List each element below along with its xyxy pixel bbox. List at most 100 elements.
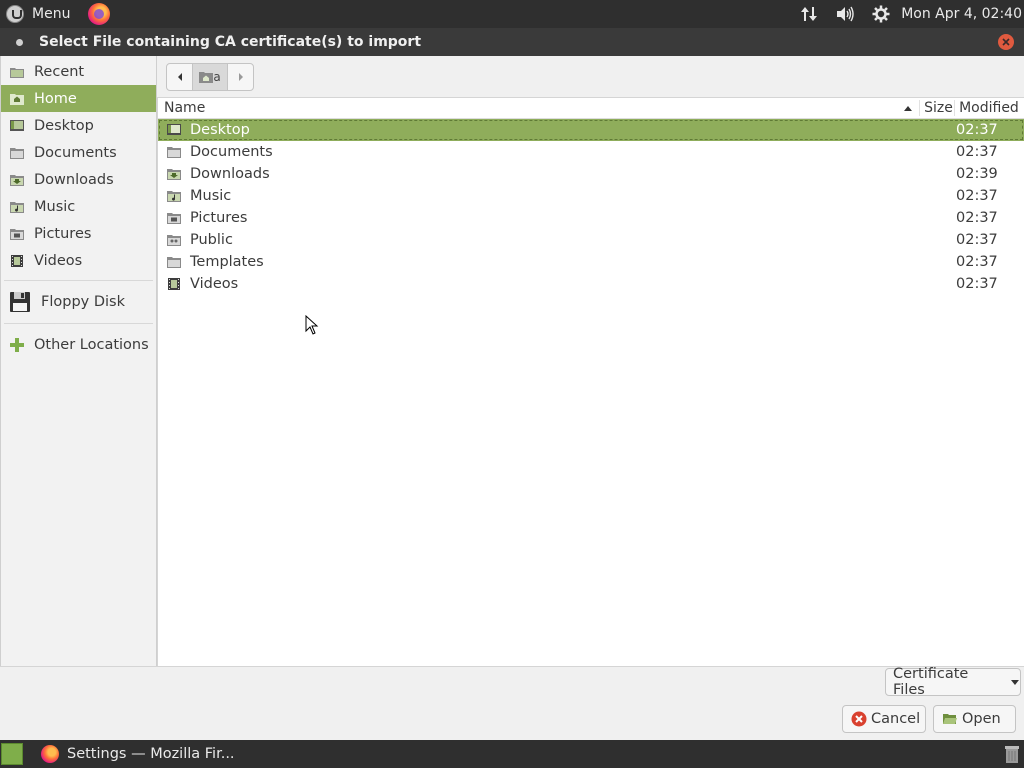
sidebar-item-label: Pictures	[34, 225, 92, 242]
breadcrumb-label: a	[213, 70, 221, 84]
clock[interactable]: Mon Apr 4, 02:40	[899, 6, 1024, 22]
open-label: Open	[962, 711, 1001, 727]
file-row-downloads[interactable]: Downloads 02:39	[158, 163, 1024, 185]
dialog-action-area: Certificate Files Cancel Open	[0, 666, 1024, 740]
chevron-right-icon	[238, 73, 243, 81]
file-list-header: Name Size Modified	[158, 98, 1024, 119]
sidebar-separator	[4, 280, 153, 281]
taskbar-item-firefox[interactable]: Settings — Mozilla Fir...	[35, 740, 241, 768]
file-name: Videos	[190, 276, 239, 292]
file-filter-label: Certificate Files	[893, 666, 969, 698]
window-menu-icon[interactable]	[16, 38, 23, 46]
file-row-music[interactable]: Music 02:37	[158, 185, 1024, 207]
menu-label: Menu	[32, 6, 71, 22]
column-modified-label: Modified	[959, 100, 1019, 116]
firefox-launcher-icon[interactable]	[88, 3, 111, 25]
chevron-left-icon	[177, 73, 182, 81]
mint-logo-icon	[6, 5, 24, 23]
sidebar-item-label: Downloads	[34, 171, 114, 188]
file-row-documents[interactable]: Documents 02:37	[158, 141, 1024, 163]
file-modified: 02:37	[956, 232, 998, 248]
file-modified: 02:37	[956, 122, 998, 138]
trash-icon[interactable]	[1004, 744, 1020, 764]
file-row-pictures[interactable]: Pictures 02:37	[158, 207, 1024, 229]
home-folder-icon	[199, 72, 214, 83]
sidebar-item-documents[interactable]: Documents	[1, 139, 156, 166]
music-folder-icon	[9, 199, 25, 215]
show-desktop-button[interactable]	[1, 743, 23, 765]
menu-button[interactable]: Menu	[0, 0, 76, 28]
file-modified: 02:37	[956, 276, 998, 292]
documents-folder-icon	[166, 144, 182, 160]
close-button[interactable]	[998, 34, 1014, 50]
file-modified: 02:39	[956, 166, 998, 182]
column-header-size[interactable]: Size	[919, 100, 954, 116]
top-panel: Menu Mon Apr 4, 02:40	[0, 0, 1024, 28]
sidebar-item-label: Music	[34, 198, 76, 215]
path-back-button[interactable]	[167, 64, 192, 90]
column-header-modified[interactable]: Modified	[954, 100, 1024, 116]
file-name: Documents	[190, 144, 273, 160]
file-filter-dropdown[interactable]: Certificate Files	[885, 666, 1021, 698]
file-name: Music	[190, 188, 232, 204]
file-name: Public	[190, 232, 233, 248]
sidebar-item-videos[interactable]: Videos	[1, 247, 156, 274]
settings-gear-icon[interactable]	[871, 4, 891, 24]
downloads-folder-icon	[9, 172, 25, 188]
taskbar: Settings — Mozilla Fir...	[0, 740, 1024, 768]
path-bar: a	[157, 56, 1024, 98]
file-name: Pictures	[190, 210, 248, 226]
path-forward-button[interactable]	[228, 64, 253, 90]
chevron-down-icon	[1011, 680, 1020, 685]
places-sidebar: Recent Home Desktop Documents Downloads …	[0, 56, 157, 666]
file-name: Downloads	[190, 166, 270, 182]
videos-folder-icon	[166, 276, 182, 292]
desktop-icon	[9, 118, 25, 134]
sidebar-item-label: Videos	[34, 252, 83, 269]
file-modified: 02:37	[956, 144, 998, 160]
sidebar-item-music[interactable]: Music	[1, 193, 156, 220]
breadcrumb: a	[166, 63, 254, 91]
file-chooser-dialog: Select File containing CA certificate(s)…	[0, 28, 1024, 740]
sidebar-item-desktop[interactable]: Desktop	[1, 112, 156, 139]
music-folder-icon	[166, 188, 182, 204]
file-row-desktop[interactable]: Desktop 02:37	[158, 119, 1024, 141]
sidebar-item-pictures[interactable]: Pictures	[1, 220, 156, 247]
file-row-templates[interactable]: Templates 02:37	[158, 251, 1024, 273]
system-tray: Mon Apr 4, 02:40	[791, 0, 1024, 28]
sidebar-item-label: Documents	[34, 144, 117, 161]
volume-icon[interactable]	[835, 4, 855, 24]
downloads-folder-icon	[166, 166, 182, 182]
pictures-folder-icon	[166, 210, 182, 226]
network-icon[interactable]	[799, 4, 819, 24]
open-button[interactable]: Open	[933, 705, 1016, 733]
sidebar-item-home[interactable]: Home	[1, 85, 156, 112]
breadcrumb-home[interactable]: a	[192, 64, 228, 90]
sidebar-item-label: Home	[34, 90, 77, 107]
folder-open-icon	[942, 711, 958, 727]
sidebar-item-other-locations[interactable]: Other Locations	[1, 330, 156, 360]
column-header-name[interactable]: Name	[158, 100, 919, 116]
sidebar-item-recent[interactable]: Recent	[1, 58, 156, 85]
file-name: Templates	[190, 254, 264, 270]
firefox-icon	[41, 745, 59, 763]
file-modified: 02:37	[956, 254, 998, 270]
pictures-folder-icon	[9, 226, 25, 242]
sidebar-item-downloads[interactable]: Downloads	[1, 166, 156, 193]
file-row-public[interactable]: Public 02:37	[158, 229, 1024, 251]
dialog-titlebar[interactable]: Select File containing CA certificate(s)…	[0, 28, 1024, 56]
floppy-disk-icon	[9, 291, 31, 313]
sidebar-separator	[4, 323, 153, 324]
cancel-button[interactable]: Cancel	[842, 705, 926, 733]
recent-icon	[9, 64, 25, 80]
sidebar-item-floppy-disk[interactable]: Floppy Disk	[1, 287, 156, 317]
cancel-label: Cancel	[871, 711, 921, 727]
sidebar-item-label: Recent	[34, 63, 85, 80]
file-modified: 02:37	[956, 188, 998, 204]
close-icon	[1002, 38, 1010, 46]
column-name-label: Name	[164, 100, 206, 116]
file-row-videos[interactable]: Videos 02:37	[158, 273, 1024, 295]
file-name: Desktop	[190, 122, 250, 138]
dialog-title: Select File containing CA certificate(s)…	[39, 34, 422, 50]
templates-folder-icon	[166, 254, 182, 270]
